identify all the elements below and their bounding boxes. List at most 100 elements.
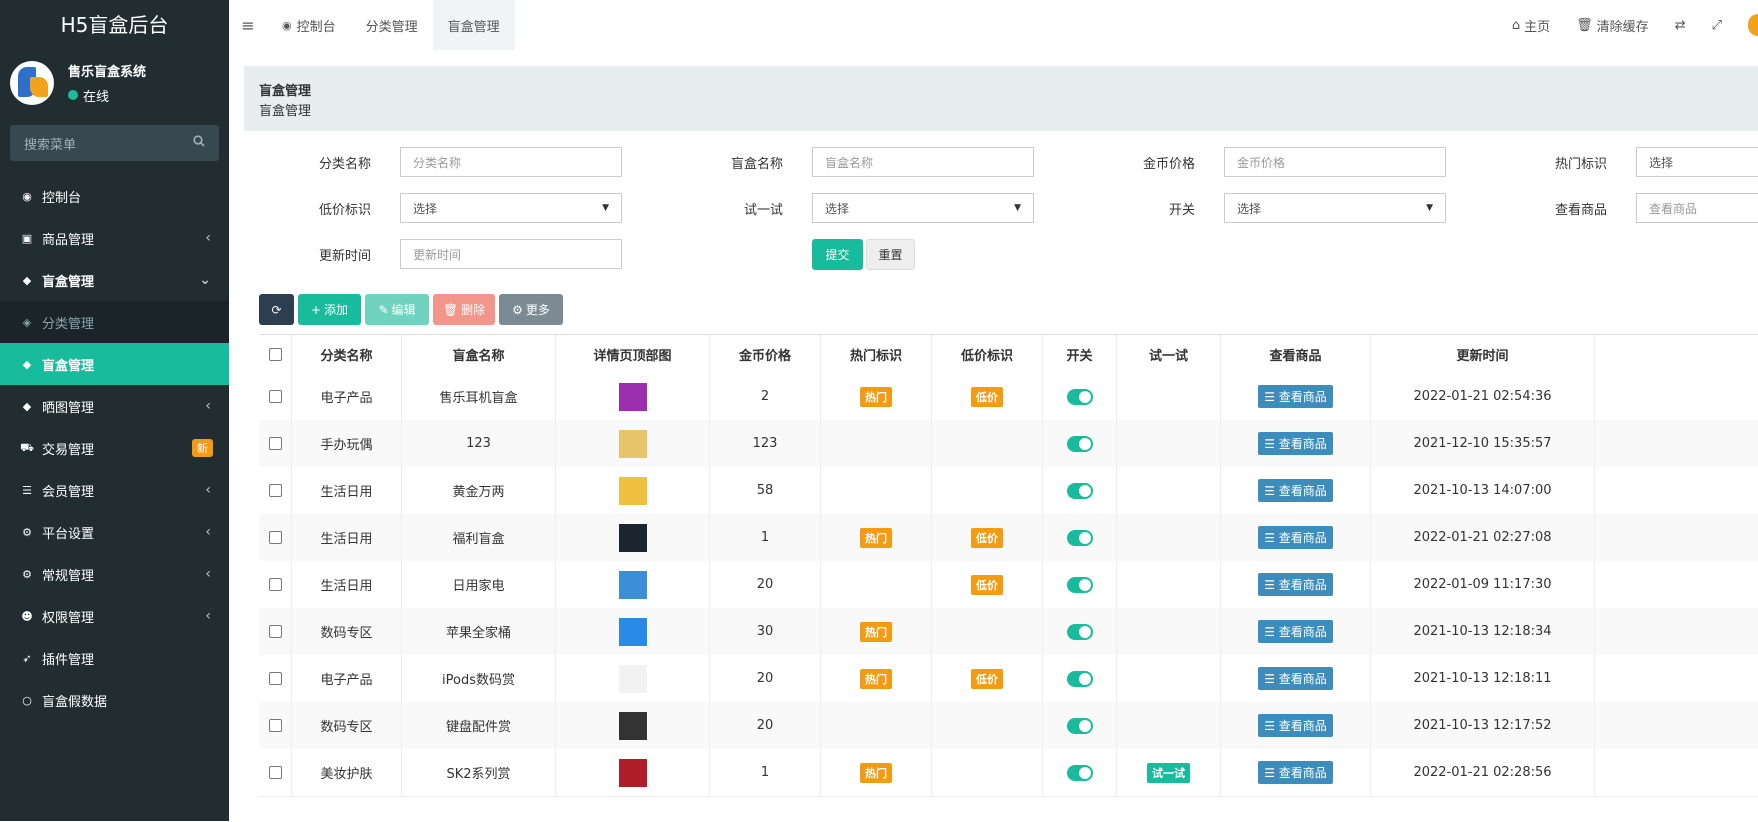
thumbnail-image[interactable] [618, 476, 647, 505]
name-input[interactable]: 盲盒名称 [812, 147, 1034, 177]
sidebar-toggle-icon[interactable]: ≡ [229, 16, 267, 35]
home-link[interactable]: ⌂ 主页 [1499, 16, 1563, 35]
clear-cache-button[interactable]: 🗑 清除缓存 [1563, 16, 1662, 35]
sidebar-item-4[interactable]: ◆ 盲盒管理 [0, 343, 229, 385]
sidebar-item-11[interactable]: ➶ 插件管理 [0, 637, 229, 679]
row-checkbox[interactable] [268, 766, 282, 779]
low-select[interactable]: 选择 ▼ [400, 193, 622, 223]
hot-select[interactable]: 选择 [1636, 147, 1758, 177]
sidebar-item-12[interactable]: ○ 盲盒假数据 [0, 679, 229, 721]
column-header[interactable]: 盲盒名称 [402, 335, 556, 373]
table-row[interactable]: 电子产品 iPods数码赏 20 热门 低价 ☰ 查看商品 2021-10-13 12:18… [259, 655, 1758, 703]
toggle-switch[interactable] [1066, 529, 1093, 546]
menu-search-input[interactable]: 搜索菜单 [10, 125, 219, 161]
tab-category[interactable]: 分类管理 [351, 0, 433, 50]
time-input[interactable]: 更新时间 [400, 239, 622, 269]
refresh-button[interactable]: ⟳ [259, 294, 294, 325]
row-checkbox[interactable] [268, 531, 282, 544]
tab-blindbox[interactable]: 盲盒管理 [432, 0, 515, 50]
view-goods-button[interactable]: ☰ 查看商品 [1258, 385, 1333, 408]
row-checkbox[interactable] [268, 719, 282, 732]
blindbox-table: 分类名称 盲盒名称 详情页顶部图 金币价格 热门标识 低价标识 开关 试一试 查看商品 更新时间电… [259, 334, 1758, 822]
column-header[interactable]: 详情页顶部图 [556, 335, 710, 373]
view-goods-button[interactable]: ☰ 查看商品 [1258, 667, 1333, 690]
table-row[interactable]: 美妆护肤 SK2系列赏 1 热门 试一试 ☰ 查看商品 2022-01-21 02:28:5… [259, 749, 1758, 797]
sidebar-item-3[interactable]: ◈ 分类管理 [0, 301, 229, 343]
add-button[interactable]: + 添加 [298, 294, 361, 325]
row-checkbox[interactable] [268, 484, 282, 497]
row-checkbox[interactable] [268, 390, 282, 403]
table-row[interactable]: 生活日用 福利盲盒 1 热门 低价 ☰ 查看商品 2022-01-21 02:27:08 [259, 514, 1758, 562]
sidebar-item-2[interactable]: ◆ 盲盒管理 ⌄ [0, 259, 229, 301]
language-icon[interactable]: ⇄ [1662, 18, 1699, 33]
rocket-icon: ➶ [22, 651, 32, 665]
column-header[interactable]: 分类名称 [292, 335, 402, 373]
table-row[interactable]: 生活日用 黄金万两 58 ☰ 查看商品 2021-10-13 14:07:00 [259, 467, 1758, 515]
column-header[interactable]: 热门标识 [821, 335, 932, 373]
search-icon[interactable] [193, 135, 205, 151]
thumbnail-image[interactable] [618, 664, 647, 693]
table-row[interactable]: 数码专区 键盘配件赏 20 ☰ 查看商品 2021-10-13 12:17:52 [259, 702, 1758, 750]
view-goods-button[interactable]: ☰ 查看商品 [1258, 573, 1333, 596]
price-input[interactable]: 金币价格 [1224, 147, 1446, 177]
sidebar-item-1[interactable]: ▣ 商品管理 ‹ [0, 217, 229, 259]
sidebar-item-7[interactable]: ☰ 会员管理 ‹ [0, 469, 229, 511]
toggle-switch[interactable] [1066, 623, 1093, 640]
view-goods-button[interactable]: ☰ 查看商品 [1258, 620, 1333, 643]
row-checkbox[interactable] [268, 625, 282, 638]
thumbnail-image[interactable] [618, 711, 647, 740]
reset-button[interactable]: 重置 [866, 239, 915, 270]
row-checkbox[interactable] [268, 578, 282, 591]
thumbnail-image[interactable] [618, 429, 647, 458]
view-goods-button[interactable]: ☰ 查看商品 [1258, 761, 1333, 784]
thumbnail-image[interactable] [618, 570, 647, 599]
toggle-switch[interactable] [1066, 435, 1093, 452]
sidebar-item-5[interactable]: ◆ 晒图管理 ‹ [0, 385, 229, 427]
toggle-switch[interactable] [1066, 482, 1093, 499]
more-button[interactable]: ⚙ 更多 [499, 294, 563, 325]
row-checkbox[interactable] [268, 347, 282, 361]
sidebar-item-9[interactable]: ⚙ 常规管理 ‹ [0, 553, 229, 595]
table-row[interactable]: 生活日用 日用家电 20 低价 ☰ 查看商品 2022-01-09 11:17:30 [259, 561, 1758, 609]
view-goods-button[interactable]: ☰ 查看商品 [1258, 432, 1333, 455]
column-header[interactable]: 开关 [1043, 335, 1117, 373]
thumbnail-image[interactable] [618, 617, 647, 646]
toggle-switch[interactable] [1066, 388, 1093, 405]
delete-button[interactable]: 🗑 删除 [433, 294, 495, 325]
table-row[interactable]: 数码专区 苹果全家桶 30 热门 ☰ 查看商品 2021-10-13 12:18:34 [259, 608, 1758, 656]
column-header[interactable]: 查看商品 [1221, 335, 1371, 373]
view-goods-button[interactable]: ☰ 查看商品 [1258, 479, 1333, 502]
column-header[interactable]: 低价标识 [932, 335, 1043, 373]
fullscreen-icon[interactable]: ⤢ [1699, 18, 1735, 33]
table-row[interactable]: 手办玩偶 123 123 ☰ 查看商品 2021-12-10 15:35:57 [259, 420, 1758, 468]
sidebar-item-8[interactable]: ⚙ 平台设置 ‹ [0, 511, 229, 553]
view-goods-button[interactable]: ☰ 查看商品 [1258, 714, 1333, 737]
row-checkbox[interactable] [268, 437, 282, 450]
category-input[interactable]: 分类名称 [400, 147, 622, 177]
edit-button[interactable]: ✎ 编辑 [365, 294, 429, 325]
sidebar-item-10[interactable]: ☻ 权限管理 ‹ [0, 595, 229, 637]
switch-select[interactable]: 选择 ▼ [1224, 193, 1446, 223]
toggle-switch[interactable] [1066, 764, 1093, 781]
row-checkbox[interactable] [268, 672, 282, 685]
try-select[interactable]: 选择 ▼ [812, 193, 1034, 223]
sidebar-item-6[interactable]: ⛟ 交易管理 新 [0, 427, 229, 469]
view-input[interactable]: 查看商品 [1636, 193, 1758, 223]
column-header[interactable]: 更新时间 [1371, 335, 1595, 373]
user-avatar-icon[interactable] [1735, 14, 1758, 36]
toggle-switch[interactable] [1066, 670, 1093, 687]
table-row[interactable]: 电子产品 售乐耳机盲盒 2 热门 低价 ☰ 查看商品 2022-01-21 02:54:36 [259, 373, 1758, 421]
thumbnail-image[interactable] [618, 523, 647, 552]
toggle-switch[interactable] [1066, 576, 1093, 593]
brand-title[interactable]: H5盲盒后台 [0, 0, 229, 50]
thumbnail-image[interactable] [618, 758, 647, 787]
thumbnail-image[interactable] [618, 382, 647, 411]
view-goods-button[interactable]: ☰ 查看商品 [1258, 526, 1333, 549]
name-label: 盲盒名称 [730, 157, 783, 172]
sidebar-item-0[interactable]: ◉ 控制台 [0, 175, 229, 217]
column-header[interactable]: 金币价格 [710, 335, 821, 373]
toggle-switch[interactable] [1066, 717, 1093, 734]
tab-dashboard[interactable]: ◉ 控制台 [267, 0, 351, 50]
column-header[interactable]: 试一试 [1117, 335, 1221, 373]
submit-button[interactable]: 提交 [812, 239, 863, 270]
